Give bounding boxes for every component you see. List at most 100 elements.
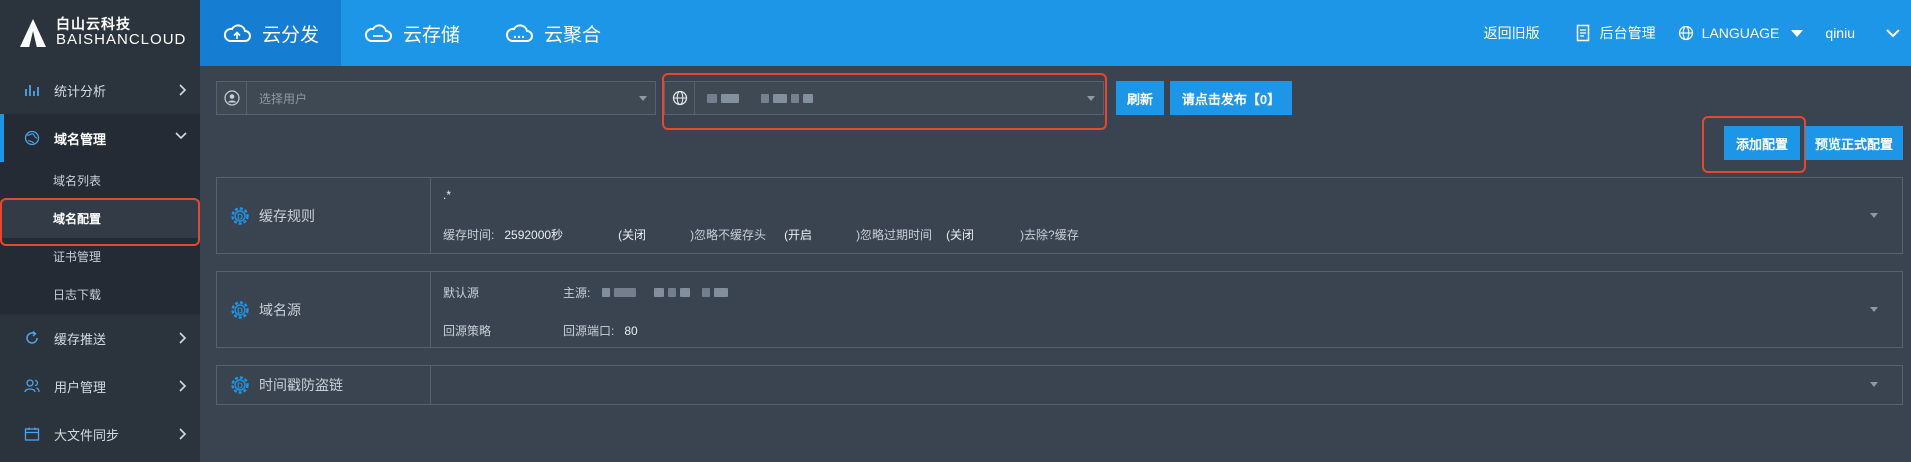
chevron-down-icon xyxy=(175,132,187,140)
sidebar-item-user-management[interactable]: 用户管理 xyxy=(0,362,200,410)
svg-text:D: D xyxy=(237,212,243,221)
brand-name-en: BAISHANCLOUD xyxy=(56,31,187,49)
calendar-icon xyxy=(24,427,40,441)
panel-header: D 域名源 xyxy=(217,272,431,347)
cloud-storage-icon xyxy=(365,24,392,42)
refresh-icon xyxy=(26,330,38,344)
sidebar-item-label: 域名管理 xyxy=(54,131,107,147)
caret-down-icon xyxy=(1087,95,1095,101)
ignore-expire-state: (开启 xyxy=(784,228,813,242)
app-window: 白山云科技 BAISHANCLOUD 云分发 云存储 云聚合 返回旧版 后台管理 xyxy=(0,0,1911,462)
tab-storage[interactable]: 云存储 xyxy=(341,0,482,66)
tab-aggregate[interactable]: 云聚合 xyxy=(482,0,623,66)
chevron-right-icon xyxy=(179,84,187,96)
tab-cdn[interactable]: 云分发 xyxy=(200,0,342,66)
chevron-right-icon xyxy=(179,332,187,344)
back-to-old-version-link[interactable]: 返回旧版 xyxy=(1484,23,1540,43)
sidebar-subitem-log-download[interactable]: 日志下载 xyxy=(0,276,200,314)
origin-body: 默认源 主源: 回源策略 回源端口: 80 xyxy=(431,272,1902,347)
top-bar: 白山云科技 BAISHANCLOUD 云分发 云存储 云聚合 返回旧版 后台管理 xyxy=(0,0,1911,66)
domain-select[interactable] xyxy=(664,81,1104,115)
cloud-upload-icon xyxy=(223,24,251,42)
globe-icon xyxy=(24,130,40,146)
domain-select-value-redacted xyxy=(695,93,1087,103)
default-origin-label: 默认源 xyxy=(443,286,480,300)
globe-icon xyxy=(665,82,695,114)
user-select[interactable]: 选择用户 xyxy=(216,81,656,115)
sidebar-subitem-domain-list[interactable]: 域名列表 xyxy=(0,162,200,200)
sidebar-item-label: 用户管理 xyxy=(54,379,107,395)
brand-logo[interactable]: 白山云科技 BAISHANCLOUD xyxy=(0,0,200,66)
svg-text:D: D xyxy=(237,306,243,315)
brand-name-cn: 白山云科技 xyxy=(56,16,131,33)
admin-label: 后台管理 xyxy=(1599,25,1656,41)
ignore-expire-label: )忽略过期时间 xyxy=(856,228,933,242)
caret-down-icon[interactable] xyxy=(1870,306,1878,312)
hotlink-protection-panel[interactable]: D 时间戳防盗链 xyxy=(216,365,1903,405)
panel-title: 时间戳防盗链 xyxy=(259,377,343,393)
chevron-down-icon[interactable] xyxy=(1885,28,1901,38)
panel-header: D 时间戳防盗链 xyxy=(217,366,431,404)
tab-aggregate-label: 云聚合 xyxy=(544,24,602,46)
origin-strategy-label: 回源策略 xyxy=(443,324,492,338)
primary-origin-label: 主源: xyxy=(563,286,591,300)
cloud-aggregate-icon xyxy=(506,24,533,42)
sidebar: 统计分析 域名管理 域名列表 域名配置 证书管理 日志下载 缓存推送 用户管理 … xyxy=(0,66,200,462)
panel-title: 缓存规则 xyxy=(259,207,315,224)
admin-link[interactable]: 后台管理 xyxy=(1576,23,1656,43)
cache-rules-body: .* 缓存时间: 2592000秒 (关闭 )忽略不缓存头 (开启 )忽略过期时… xyxy=(431,178,1902,253)
panel-title: 域名源 xyxy=(259,301,301,318)
tab-storage-label: 云存储 xyxy=(403,24,461,46)
language-selector[interactable]: LANGUAGE xyxy=(1678,25,1804,41)
tab-cdn-label: 云分发 xyxy=(262,24,320,46)
origin-port-label: 回源端口: xyxy=(563,324,615,338)
sidebar-item-domain-management[interactable]: 域名管理 xyxy=(0,114,200,162)
caret-down-icon xyxy=(1791,29,1804,37)
caret-down-icon[interactable] xyxy=(1870,382,1878,387)
document-icon xyxy=(1576,24,1589,42)
chevron-right-icon xyxy=(179,428,187,440)
remove-query-label: )去除?缓存 xyxy=(1020,228,1079,242)
cache-time-value: 2592000秒 xyxy=(504,228,564,242)
cache-pattern: .* xyxy=(443,188,452,202)
origin-panel[interactable]: D 域名源 默认源 主源: 回源策略 回源端口: 80 xyxy=(216,271,1903,348)
gear-icon: D xyxy=(231,300,249,319)
user-select-placeholder: 选择用户 xyxy=(259,91,308,106)
top-right-menu: 返回旧版 后台管理 LANGUAGE qiniu xyxy=(1484,0,1911,66)
ignore-no-cache-state: (关闭 xyxy=(618,228,647,242)
sidebar-item-label: 缓存推送 xyxy=(54,331,107,347)
language-label: LANGUAGE xyxy=(1701,25,1780,41)
cache-time-label: 缓存时间: xyxy=(443,228,495,242)
cache-rules-panel[interactable]: D 缓存规则 .* 缓存时间: 2592000秒 (关闭 )忽略不缓存头 (开启… xyxy=(216,177,1903,254)
refresh-button[interactable]: 刷新 xyxy=(1116,81,1164,115)
user-circle-icon xyxy=(217,82,247,114)
sidebar-item-label: 大文件同步 xyxy=(54,427,120,443)
svg-text:D: D xyxy=(237,382,243,391)
caret-down-icon xyxy=(639,95,647,101)
preview-config-button[interactable]: 预览正式配置 xyxy=(1805,126,1903,160)
product-tabs: 云分发 云存储 云聚合 xyxy=(200,0,623,66)
hotlink-body xyxy=(431,366,1902,404)
primary-origin-value-redacted xyxy=(602,288,729,297)
gear-icon: D xyxy=(231,206,249,225)
brand-mark-icon xyxy=(18,17,48,49)
bar-chart-icon xyxy=(25,85,39,96)
sidebar-item-cache-push[interactable]: 缓存推送 xyxy=(0,314,200,362)
caret-down-icon[interactable] xyxy=(1870,212,1878,218)
ignore-no-cache-label: )忽略不缓存头 xyxy=(690,228,767,242)
user-name[interactable]: qiniu xyxy=(1825,25,1855,41)
sidebar-subitem-certificates[interactable]: 证书管理 xyxy=(0,238,200,276)
panel-header: D 缓存规则 xyxy=(217,178,431,253)
add-config-button[interactable]: 添加配置 xyxy=(1724,126,1800,160)
publish-button[interactable]: 请点击发布【0】 xyxy=(1170,81,1292,115)
sidebar-item-statistics[interactable]: 统计分析 xyxy=(0,66,200,114)
remove-query-state: (关闭 xyxy=(946,228,975,242)
users-icon xyxy=(24,379,40,393)
domain-submenu: 域名列表 域名配置 证书管理 日志下载 xyxy=(0,162,200,314)
sidebar-item-large-file-sync[interactable]: 大文件同步 xyxy=(0,410,200,458)
sidebar-subitem-domain-config[interactable]: 域名配置 xyxy=(0,200,200,238)
origin-port-value: 80 xyxy=(624,323,638,338)
sidebar-item-label: 统计分析 xyxy=(54,83,107,99)
chevron-right-icon xyxy=(179,380,187,392)
gear-icon: D xyxy=(231,376,249,394)
